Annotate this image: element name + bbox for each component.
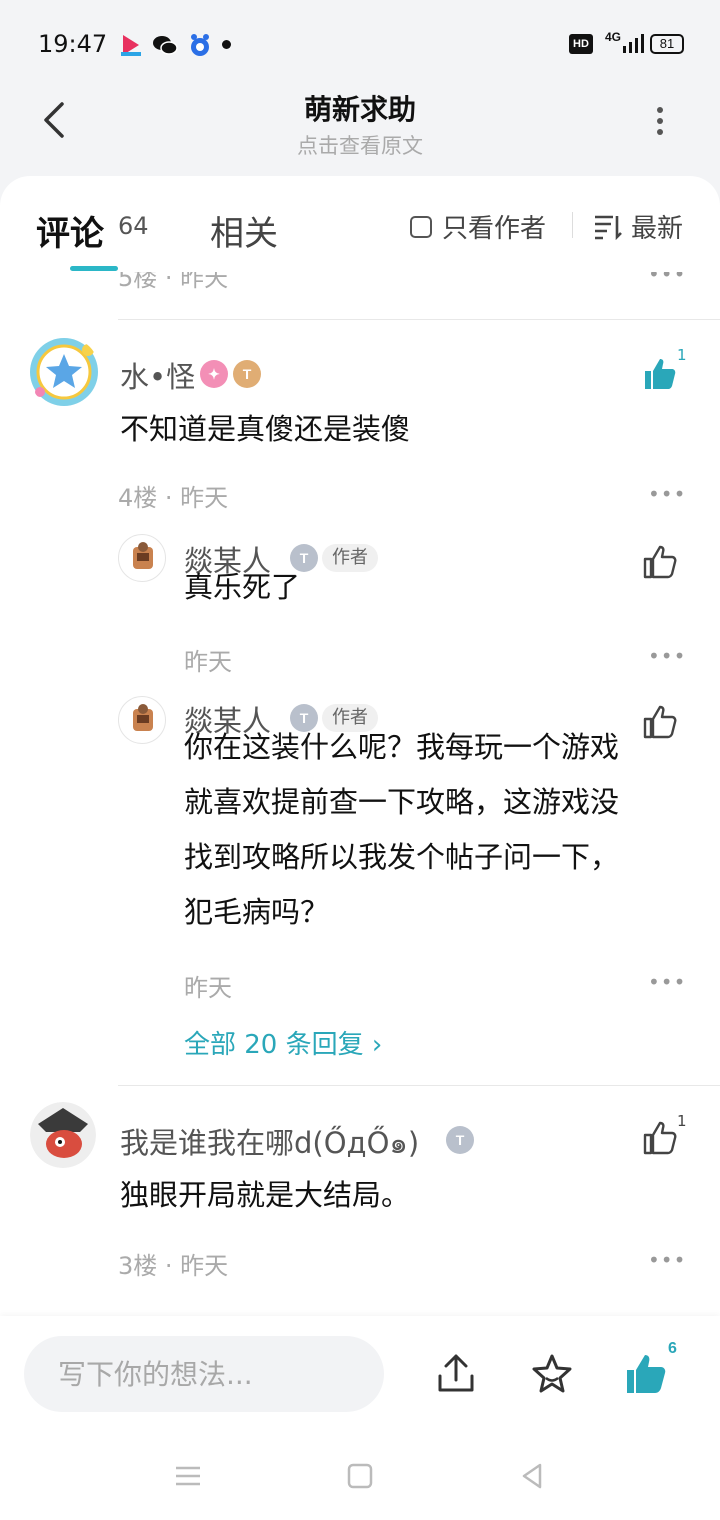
author-tag: 作者: [322, 544, 378, 572]
like-outline-icon[interactable]: [642, 704, 678, 740]
only-author-toggle[interactable]: 只看作者: [410, 208, 546, 245]
avatar-frame-icon: [30, 338, 98, 406]
home-square-icon[interactable]: [344, 1460, 376, 1492]
like-filled-icon[interactable]: [624, 1352, 668, 1396]
comment-more-icon[interactable]: •••: [648, 1248, 686, 1272]
baidu-icon: [191, 34, 209, 56]
only-author-label: 只看作者: [442, 214, 547, 244]
avatar[interactable]: [118, 696, 166, 744]
sort-icon: [595, 215, 622, 240]
comment-input[interactable]: [24, 1336, 384, 1412]
like-outline-icon[interactable]: [642, 1120, 678, 1156]
checkbox-icon[interactable]: [410, 215, 432, 238]
system-nav-bar: [0, 1430, 720, 1520]
menu-icon[interactable]: [172, 1460, 204, 1492]
comment-username[interactable]: 我是谁我在哪d(ŐдŐ๑): [120, 1120, 419, 1166]
like-count: 1: [677, 1112, 687, 1130]
page-title[interactable]: 萌新求助: [0, 88, 720, 128]
divider: [118, 1085, 720, 1086]
avatar[interactable]: [28, 336, 100, 408]
level-badge-icon: T: [233, 360, 261, 388]
avatar[interactable]: [118, 534, 166, 582]
comment-list[interactable]: 5楼 · 昨天 ••• 水•怪 ✦ T 1 不知道是真傻还是装傻 4楼 · 昨天…: [0, 272, 720, 1312]
tab-indicator: [70, 266, 118, 271]
reply-text-line: 就喜欢提前查一下攻略，这游戏没: [184, 785, 620, 819]
comment-meta: 3楼 · 昨天: [118, 1252, 229, 1280]
avatar-image-icon: [133, 542, 153, 569]
hd-icon: HD: [569, 34, 593, 54]
signal-icon: [623, 34, 644, 53]
all-replies-link[interactable]: 全部 20 条回复 ›: [184, 1024, 382, 1061]
reply-text-line: 找到攻略所以我发个帖子问一下，: [184, 840, 620, 874]
sort-button[interactable]: 最新: [593, 208, 683, 245]
avatar[interactable]: [30, 1102, 96, 1168]
comment-more-icon[interactable]: •••: [648, 272, 686, 286]
like-outline-icon[interactable]: [642, 544, 678, 580]
comment-username[interactable]: 水•怪: [120, 354, 195, 396]
comment-more-icon[interactable]: •••: [648, 482, 686, 506]
avatar-image-icon: [133, 704, 153, 731]
reply-more-icon[interactable]: •••: [648, 970, 686, 994]
avatar-image-icon: [30, 1102, 96, 1168]
status-time: 19:47: [38, 30, 108, 58]
comment-meta: 5楼 · 昨天: [118, 272, 229, 292]
more-options-icon[interactable]: [648, 104, 672, 138]
video-app-icon: [121, 35, 141, 56]
wechat-icon: [153, 36, 178, 55]
reply-text-line: 犯毛病吗？: [184, 895, 330, 929]
notification-dot-icon: [222, 40, 231, 49]
comment-text: 不知道是真傻还是装傻: [120, 412, 411, 446]
favorite-star-icon[interactable]: [530, 1352, 574, 1396]
back-triangle-icon[interactable]: [516, 1460, 548, 1492]
reply-more-icon[interactable]: •••: [648, 644, 686, 668]
divider: [118, 319, 720, 320]
level-badge-icon: T: [446, 1126, 474, 1154]
like-count: 1: [677, 346, 687, 364]
view-original-link[interactable]: 点击查看原文: [0, 130, 720, 160]
comment-text: 独眼开局就是大结局。: [120, 1178, 411, 1212]
share-icon[interactable]: [434, 1352, 478, 1396]
comments-count: 64: [118, 212, 149, 240]
battery-icon: 81: [650, 34, 684, 54]
sort-label: 最新: [631, 214, 684, 244]
like-count: 6: [668, 1340, 677, 1357]
like-filled-icon[interactable]: [642, 356, 678, 392]
vip-badge-icon: ✦: [200, 360, 228, 388]
reply-time: 昨天: [184, 974, 232, 1002]
reply-text: 真乐死了: [184, 570, 301, 604]
tab-comments[interactable]: 评论: [36, 206, 104, 255]
comment-meta: 4楼 · 昨天: [118, 484, 229, 512]
reply-text-line: 你在这装什么呢？我每玩一个游戏: [184, 730, 620, 764]
divider: [572, 212, 573, 238]
bottom-action-bar: 6: [0, 1316, 720, 1430]
reply-time: 昨天: [184, 648, 232, 676]
tab-related[interactable]: 相关: [210, 206, 278, 255]
network-label: 4G: [605, 30, 622, 44]
status-bar: 19:47 HD 4G 81: [0, 0, 720, 90]
